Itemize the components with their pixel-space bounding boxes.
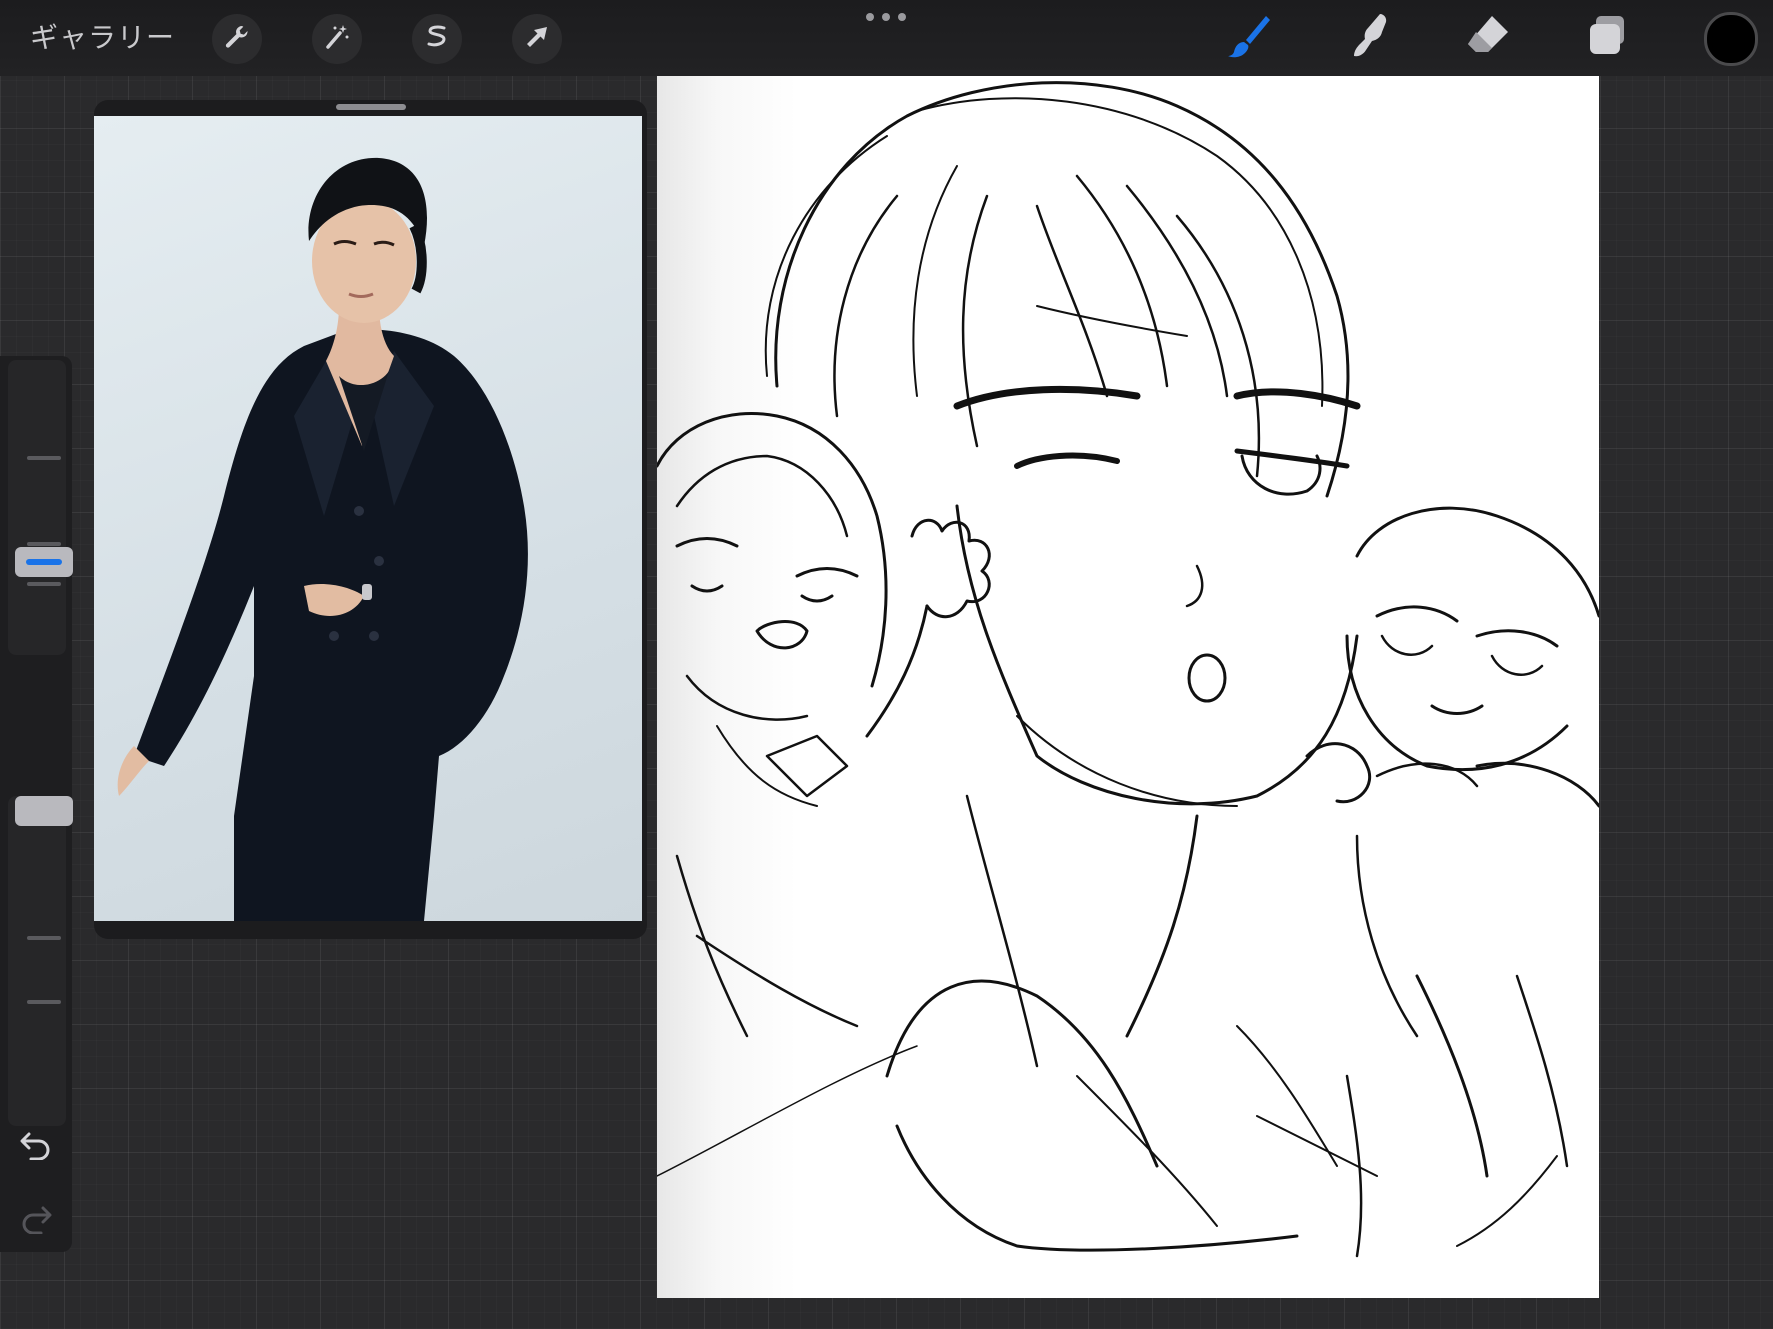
reference-photo (94, 116, 642, 921)
dot-icon (882, 13, 890, 21)
selection-button[interactable] (412, 14, 462, 64)
smudge-tool-button[interactable] (1340, 10, 1396, 66)
reference-drag-handle[interactable] (336, 104, 406, 110)
redo-icon (19, 1204, 53, 1239)
wrench-icon (222, 22, 252, 57)
slider-tick (27, 456, 61, 460)
layers-button[interactable] (1580, 10, 1636, 66)
eraser-icon (1462, 10, 1514, 67)
brush-icon (1222, 10, 1274, 67)
slider-tick (27, 582, 61, 586)
transform-button[interactable] (512, 14, 562, 64)
brush-size-thumb[interactable] (15, 547, 73, 577)
gallery-button[interactable]: ギャラリー (30, 18, 175, 58)
brush-size-slider[interactable] (8, 360, 73, 655)
magic-wand-icon (322, 22, 352, 57)
slider-tick (27, 1000, 61, 1004)
opacity-thumb[interactable] (15, 796, 73, 826)
slider-tick (27, 936, 61, 940)
dot-icon (866, 13, 874, 21)
eraser-tool-button[interactable] (1460, 10, 1516, 66)
selection-s-icon (422, 22, 452, 57)
sketch-artwork (657, 81, 1599, 1258)
undo-button[interactable] (16, 1130, 56, 1164)
adjustments-button[interactable] (312, 14, 362, 64)
workspace: ギャラリー (0, 0, 1773, 1329)
reference-window[interactable] (94, 100, 647, 939)
actions-button[interactable] (212, 14, 262, 64)
top-toolbar: ギャラリー (0, 0, 1773, 76)
drawing-canvas[interactable] (657, 76, 1599, 1298)
slider-tick (27, 542, 61, 546)
color-picker-button[interactable] (1704, 12, 1758, 66)
opacity-slider[interactable] (8, 796, 73, 1126)
smudge-finger-icon (1342, 10, 1394, 67)
dot-icon (898, 13, 906, 21)
left-sidebar (0, 356, 73, 1252)
layers-icon (1582, 10, 1634, 67)
more-options-button[interactable] (866, 10, 906, 24)
undo-icon (19, 1130, 53, 1165)
arrow-cursor-icon (522, 22, 552, 57)
brush-tool-button[interactable] (1220, 10, 1276, 66)
redo-button[interactable] (16, 1204, 56, 1238)
